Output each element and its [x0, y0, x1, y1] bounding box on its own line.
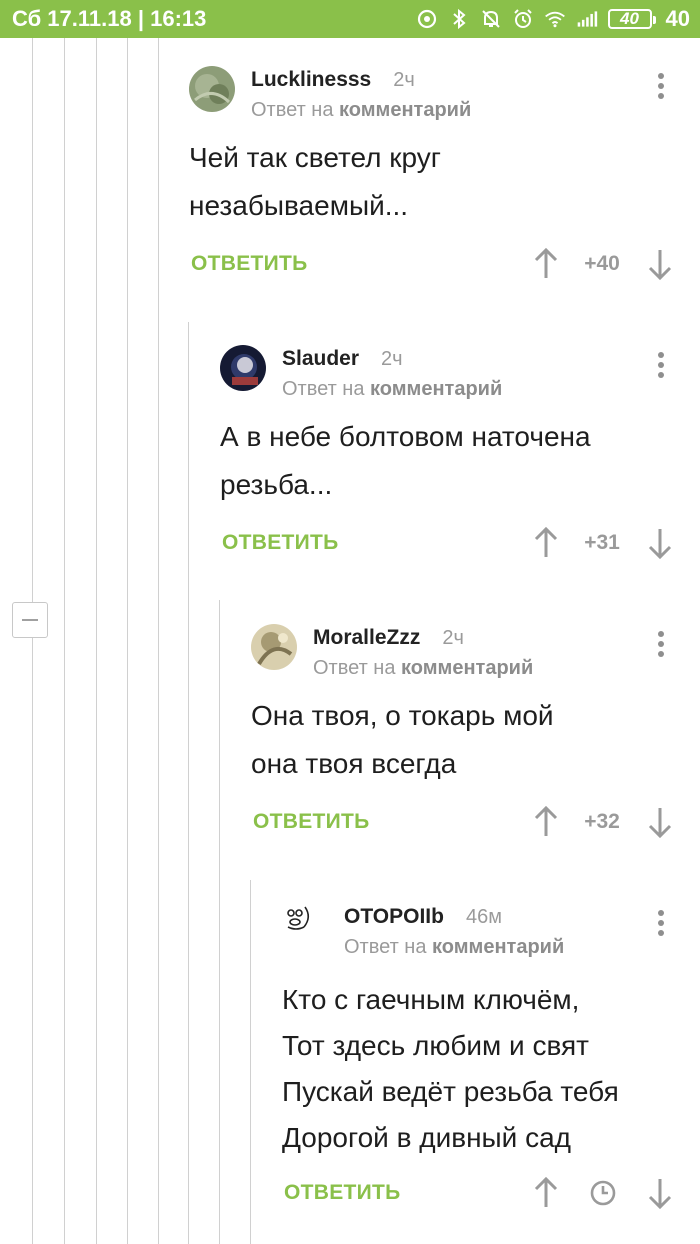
comment-text-line: незабываемый...: [189, 190, 409, 221]
author-name-text[interactable]: Lucklinesss: [251, 68, 371, 91]
comment-time: 2ч: [442, 627, 464, 649]
comment-time: 46м: [465, 906, 502, 928]
comment: MoralleZzz 2ч Ответ на комментарий Она тв…: [251, 624, 675, 854]
upvote-icon[interactable]: [531, 802, 561, 842]
reply-button[interactable]: ОТВЕТИТЬ: [191, 244, 308, 284]
mute-icon: [480, 8, 502, 30]
comment-text-line: Чей так светел круг: [189, 142, 441, 173]
reply-to-link[interactable]: комментарий: [432, 936, 564, 958]
comment-text: Чей так светел круг незабываемый...: [189, 134, 441, 230]
battery-text: 40: [665, 6, 690, 31]
downvote-icon[interactable]: [645, 802, 675, 842]
reply-button[interactable]: ОТВЕТИТЬ: [253, 802, 370, 842]
author-name[interactable]: OTOPOIIb 46м: [344, 905, 502, 929]
comment-text-line: резьба...: [220, 469, 333, 500]
downvote-icon[interactable]: [645, 523, 675, 563]
upvote-icon[interactable]: [531, 523, 561, 563]
comment: Slauder 2ч Ответ на комментарий А в небе …: [220, 345, 675, 575]
comment-text-line: Она твоя, о токарь мой: [251, 700, 554, 731]
status-date-time: Сб 17.11.18 | 16:13: [12, 6, 207, 31]
collapse-thread-button[interactable]: [12, 602, 48, 638]
bluetooth-icon: [448, 8, 470, 30]
comment-text-line: А в небе болтовом наточена: [220, 421, 591, 452]
more-options-icon[interactable]: [647, 905, 675, 941]
author-name-text[interactable]: MoralleZzz: [313, 626, 420, 649]
thread-line: [158, 38, 159, 1244]
comment-score: +31: [584, 531, 620, 554]
avatar[interactable]: [220, 345, 266, 391]
thread-line: [32, 38, 33, 602]
avatar[interactable]: [189, 66, 235, 112]
more-options-icon[interactable]: [647, 68, 675, 104]
comment-text-line: Пускай ведёт резьба тебя: [282, 1076, 619, 1107]
comment-time: 2ч: [393, 69, 415, 91]
author-name[interactable]: MoralleZzz 2ч: [313, 626, 464, 650]
more-options-icon[interactable]: [647, 626, 675, 662]
thread-line: [219, 600, 220, 1244]
comment-actions: ОТВЕТИТЬ: [282, 1173, 675, 1213]
author-name[interactable]: Lucklinesss 2ч: [251, 68, 415, 92]
reply-button[interactable]: ОТВЕТИТЬ: [222, 523, 339, 563]
reply-to: Ответ на комментарий: [282, 378, 502, 401]
thread-line: [127, 38, 128, 1244]
comment-actions: ОТВЕТИТЬ +32: [251, 802, 675, 842]
reply-to-link[interactable]: комментарий: [339, 99, 471, 121]
downvote-icon[interactable]: [645, 1173, 675, 1213]
comment-actions: ОТВЕТИТЬ +31: [220, 523, 675, 563]
thread-line: [96, 38, 97, 1244]
avatar[interactable]: [282, 903, 328, 949]
thread-line: [188, 322, 189, 1244]
reply-to-prefix: Ответ на: [282, 378, 365, 400]
upvote-icon[interactable]: [531, 244, 561, 284]
reply-to: Ответ на комментарий: [313, 657, 533, 680]
author-name-text[interactable]: Slauder: [282, 347, 359, 370]
reply-to: Ответ на комментарий: [344, 936, 564, 959]
reply-button[interactable]: ОТВЕТИТЬ: [284, 1173, 401, 1213]
comment-text: Она твоя, о токарь мой она твоя всегда: [251, 692, 554, 788]
battery-level: 40: [620, 9, 639, 28]
comment: OTOPOIIb 46м Ответ на комментарий Кто с г…: [282, 903, 675, 1233]
comment-text-line: Кто с гаечным ключём,: [282, 984, 580, 1015]
clock-icon: [588, 1173, 618, 1213]
comment-text-line: Дорогой в дивный сад: [282, 1122, 572, 1153]
signal-icon: [576, 8, 598, 30]
comment-text: А в небе болтовом наточена резьба...: [220, 413, 591, 509]
author-name-text[interactable]: OTOPOIIb: [344, 905, 444, 928]
reply-to-prefix: Ответ на: [344, 936, 427, 958]
comment-time: 2ч: [381, 348, 403, 370]
comment-score: +32: [584, 810, 620, 833]
data-saver-icon: [416, 8, 438, 30]
downvote-icon[interactable]: [645, 244, 675, 284]
comment-text: Кто с гаечным ключём, Тот здесь любим и …: [282, 977, 619, 1161]
battery-icon: 40: [607, 9, 656, 29]
wifi-icon: [544, 8, 566, 30]
comment: Lucklinesss 2ч Ответ на комментарий Чей т…: [189, 66, 675, 296]
thread-line: [64, 38, 65, 1244]
reply-to-prefix: Ответ на: [251, 99, 334, 121]
comment-text-line: Тот здесь любим и свят: [282, 1030, 589, 1061]
avatar[interactable]: [251, 624, 297, 670]
upvote-icon[interactable]: [531, 1173, 561, 1213]
more-options-icon[interactable]: [647, 347, 675, 383]
comment-score: +40: [584, 252, 620, 275]
status-icons: 40 40: [416, 6, 690, 32]
thread-line: [32, 638, 33, 1244]
alarm-icon: [512, 8, 534, 30]
reply-to-link[interactable]: комментарий: [370, 378, 502, 400]
status-bar: Сб 17.11.18 | 16:13 40 40: [0, 0, 700, 38]
thread-line: [250, 880, 251, 1244]
comment-actions: ОТВЕТИТЬ +40: [189, 244, 675, 284]
reply-to-prefix: Ответ на: [313, 657, 396, 679]
reply-to: Ответ на комментарий: [251, 99, 471, 122]
reply-to-link[interactable]: комментарий: [401, 657, 533, 679]
author-name[interactable]: Slauder 2ч: [282, 347, 403, 371]
comment-text-line: она твоя всегда: [251, 748, 457, 779]
